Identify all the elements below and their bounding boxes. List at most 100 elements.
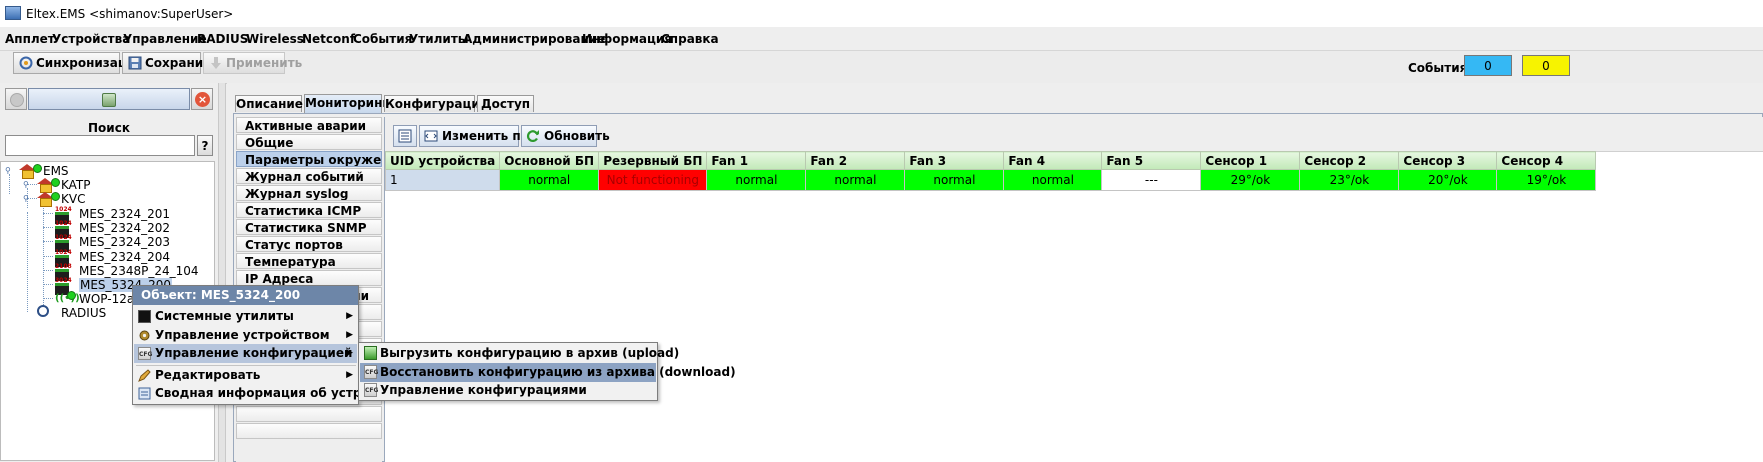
tab-description[interactable]: Описание <box>235 95 303 112</box>
context-menu: Объект: MES_5324_200 Системные утилиты ▶… <box>132 285 408 405</box>
tree-device-mes-2348p-24-104[interactable]: 2108 MES_2348P_24_104 <box>55 264 205 281</box>
menu-management[interactable]: Управление <box>123 32 207 46</box>
menu-item-edit[interactable]: Редактировать ▶ <box>134 366 357 385</box>
house-icon <box>19 164 35 179</box>
menu-item-manage-configs[interactable]: CFG Управление конфигурациями <box>360 381 656 400</box>
tree-device-mes-2324-203[interactable]: 1024 MES_2324_203 <box>55 235 205 252</box>
subnav-icmp-stats[interactable]: Статистика ICMP <box>236 202 382 218</box>
col-header-fan-5[interactable]: Fan 5 <box>1101 151 1202 170</box>
monitor-toolbar: Изменить поля Обновить <box>385 117 1763 152</box>
menu-devices[interactable]: Устройства <box>52 32 130 46</box>
menu-item-config-management[interactable]: CFG Управление конфигурацией ▶ <box>134 344 357 363</box>
col-header-backup-psu[interactable]: Резервный БП <box>598 151 708 170</box>
cell-fan-2[interactable]: normal <box>805 169 906 191</box>
tree-device-mes-2324-201[interactable]: 1024 MES_2324_201 <box>55 207 205 224</box>
cell-sensor-3[interactable]: 20°/ok <box>1398 169 1498 191</box>
cell-main-psu[interactable]: normal <box>499 169 600 191</box>
submenu-arrow-icon: ▶ <box>346 311 353 321</box>
cell-sensor-1[interactable]: 29°/ok <box>1200 169 1301 191</box>
col-header-sensor-4[interactable]: Сенсор 4 <box>1496 151 1597 170</box>
menu-item-system-utilities[interactable]: Системные утилиты ▶ <box>134 307 357 326</box>
subnav-ip-addresses[interactable]: IP Адреса <box>236 270 382 286</box>
tree-device-mes-2324-204[interactable]: 1024 MES_2324_204 <box>55 250 205 267</box>
col-header-fan-2[interactable]: Fan 2 <box>805 151 906 170</box>
subnav-environment[interactable]: Параметры окружения <box>236 151 382 167</box>
config-icon: CFG <box>138 347 152 360</box>
col-header-sensor-3[interactable]: Сенсор 3 <box>1398 151 1498 170</box>
subnav-syslog[interactable]: Журнал syslog <box>236 185 382 201</box>
subnav-general[interactable]: Общие <box>236 134 382 150</box>
cell-sensor-2[interactable]: 23°/ok <box>1299 169 1400 191</box>
subnav-port-status[interactable]: Статус портов <box>236 236 382 252</box>
app-window-icon <box>5 6 21 20</box>
menu-wireless[interactable]: Wireless <box>246 32 304 46</box>
close-button[interactable]: × <box>191 88 213 110</box>
search-help-button[interactable]: ? <box>197 135 213 156</box>
tree-device-mes-2324-202[interactable]: 1024 MES_2324_202 <box>55 221 205 238</box>
status-ok-icon <box>51 178 60 187</box>
menu-item-restore-config[interactable]: CFG Восстановить конфигурацию из архива … <box>360 363 736 382</box>
table-row[interactable]: 1 normal Not functioning normal normal n… <box>384 169 1597 191</box>
menu-applet[interactable]: Апплет <box>5 32 55 46</box>
sync-icon <box>19 56 33 70</box>
refresh-button[interactable]: Обновить <box>521 125 610 147</box>
cell-fan-5[interactable]: --- <box>1101 169 1202 191</box>
tree-node-kvc[interactable]: ⚲ KVC <box>23 192 143 207</box>
tree-node-ems[interactable]: ⚲ EMS <box>5 164 125 179</box>
menu-item-upload-config[interactable]: Выгрузить конфигурацию в архив (upload) <box>360 344 679 363</box>
table-view-button[interactable] <box>393 125 417 147</box>
col-header-sensor-1[interactable]: Сенсор 1 <box>1200 151 1301 170</box>
tab-configuration[interactable]: Конфигурация <box>384 95 487 112</box>
change-fields-button[interactable]: Изменить поля <box>419 125 545 147</box>
menu-radius[interactable]: RADIUS <box>197 32 248 46</box>
subnav-temperature[interactable]: Температура <box>236 253 382 269</box>
cell-fan-4[interactable]: normal <box>1003 169 1103 191</box>
menu-information[interactable]: Информация <box>582 32 672 46</box>
tree-node-katp[interactable]: ⚲ KATP <box>23 178 143 193</box>
expand-toggle-icon[interactable]: ⚲ <box>23 194 29 203</box>
cell-backup-psu[interactable]: Not functioning <box>598 169 708 191</box>
expand-toggle-icon[interactable]: ⚲ <box>5 166 11 175</box>
menu-bar: Апплет Устройства Управление RADIUS Wire… <box>0 27 1763 49</box>
subnav-active-alarms[interactable]: Активные аварии <box>236 117 382 133</box>
col-header-main-psu[interactable]: Основной БП <box>499 151 600 170</box>
col-header-uid[interactable]: UID устройства <box>384 151 501 170</box>
gear-icon <box>138 329 151 342</box>
col-header-sensor-2[interactable]: Сенсор 2 <box>1299 151 1400 170</box>
cell-sensor-4[interactable]: 19°/ok <box>1496 169 1597 191</box>
menu-item-device-summary[interactable]: Сводная информация об устройстве <box>134 384 408 403</box>
menu-help[interactable]: Справка <box>661 32 719 46</box>
col-header-fan-3[interactable]: Fan 3 <box>904 151 1005 170</box>
cell-fan-1[interactable]: normal <box>706 169 807 191</box>
cell-fan-3[interactable]: normal <box>904 169 1005 191</box>
status-ok-icon <box>51 192 60 201</box>
menu-item-device-management[interactable]: Управление устройством ▶ <box>134 326 357 345</box>
apply-button[interactable]: Применить <box>203 52 302 74</box>
subnav-snmp-stats[interactable]: Статистика SNMP <box>236 219 382 235</box>
sync-button[interactable]: Синхронизация <box>13 52 143 74</box>
menu-utilities[interactable]: Утилиты <box>409 32 469 46</box>
events-counter-yellow[interactable]: 0 <box>1522 55 1570 76</box>
database-icon <box>102 93 116 107</box>
database-button[interactable] <box>28 88 190 110</box>
tab-monitoring[interactable]: Мониторинг <box>304 94 389 113</box>
tab-access[interactable]: Доступ <box>477 95 534 112</box>
events-counter-blue[interactable]: 0 <box>1464 55 1512 76</box>
upload-icon <box>364 346 377 360</box>
subnav-item-blank[interactable] <box>236 406 382 422</box>
col-header-fan-4[interactable]: Fan 4 <box>1003 151 1103 170</box>
cell-uid[interactable]: 1 <box>384 169 501 191</box>
panel-splitter[interactable] <box>218 83 226 462</box>
content-panel: Описание Мониторинг Конфигурация Доступ … <box>227 83 1763 462</box>
save-button[interactable]: Сохранить <box>122 52 218 74</box>
menu-events[interactable]: События <box>353 32 412 46</box>
down-arrow-icon <box>209 56 223 70</box>
fields-icon <box>424 129 438 143</box>
expand-toggle-icon[interactable]: ⚲ <box>23 180 29 189</box>
col-header-fan-1[interactable]: Fan 1 <box>706 151 807 170</box>
subnav-item-blank[interactable] <box>236 423 382 439</box>
subnav-event-log[interactable]: Журнал событий <box>236 168 382 184</box>
search-input[interactable] <box>5 135 195 156</box>
menu-netconf[interactable]: Netconf <box>302 32 355 46</box>
back-button[interactable] <box>5 88 27 110</box>
